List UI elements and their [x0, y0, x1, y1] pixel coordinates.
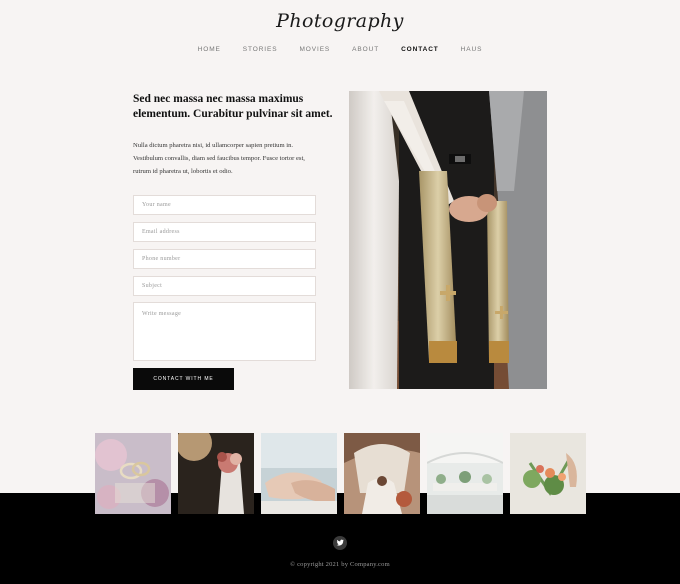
nav-item-haus[interactable]: HAUS: [461, 46, 483, 53]
flowers-photo: [510, 433, 586, 514]
name-input[interactable]: Your name: [133, 195, 316, 215]
twitter-icon: [336, 539, 344, 546]
contact-heading: Sed nec massa nec massa maximus elementu…: [133, 93, 333, 120]
gallery-thumb-flowers[interactable]: [510, 433, 586, 514]
gallery-thumb-bouquet[interactable]: [178, 433, 254, 514]
gallery-thumb-rings[interactable]: [95, 433, 171, 514]
site-header: Photography HOME STORIES MOVIES ABOUT CO…: [0, 0, 680, 70]
site-logo[interactable]: Photography: [0, 10, 680, 32]
message-textarea[interactable]: Write message: [133, 302, 316, 361]
nav-item-home[interactable]: HOME: [198, 46, 221, 53]
wedding-couple-photo: [349, 91, 547, 389]
nav-item-about[interactable]: ABOUT: [352, 46, 379, 53]
rings-photo: [95, 433, 171, 514]
nav-item-movies[interactable]: MOVIES: [299, 46, 330, 53]
twitter-button[interactable]: [333, 536, 347, 550]
wedding-couple-illustration: [349, 91, 547, 389]
bride-seated-photo: [344, 433, 420, 514]
gallery-thumb-venue[interactable]: [427, 433, 503, 514]
phone-input[interactable]: Phone number: [133, 249, 316, 269]
hands-photo: [261, 433, 337, 514]
gallery-thumb-bride-seated[interactable]: [344, 433, 420, 514]
subject-input[interactable]: Subject: [133, 276, 316, 296]
nav-item-contact[interactable]: CONTACT: [401, 46, 439, 53]
bouquet-photo: [178, 433, 254, 514]
contact-description: Nulla dictum pharetra nisi, id ullamcorp…: [133, 142, 305, 175]
contact-submit-button[interactable]: CONTACT WITH ME: [133, 368, 234, 390]
venue-photo: [427, 433, 503, 514]
nav-item-stories[interactable]: STORIES: [243, 46, 278, 53]
copyright-text: © copyright 2021 by Company.com: [290, 561, 390, 568]
gallery-thumb-hands[interactable]: [261, 433, 337, 514]
main-nav: HOME STORIES MOVIES ABOUT CONTACT HAUS: [0, 46, 680, 53]
email-input[interactable]: Email address: [133, 222, 316, 242]
